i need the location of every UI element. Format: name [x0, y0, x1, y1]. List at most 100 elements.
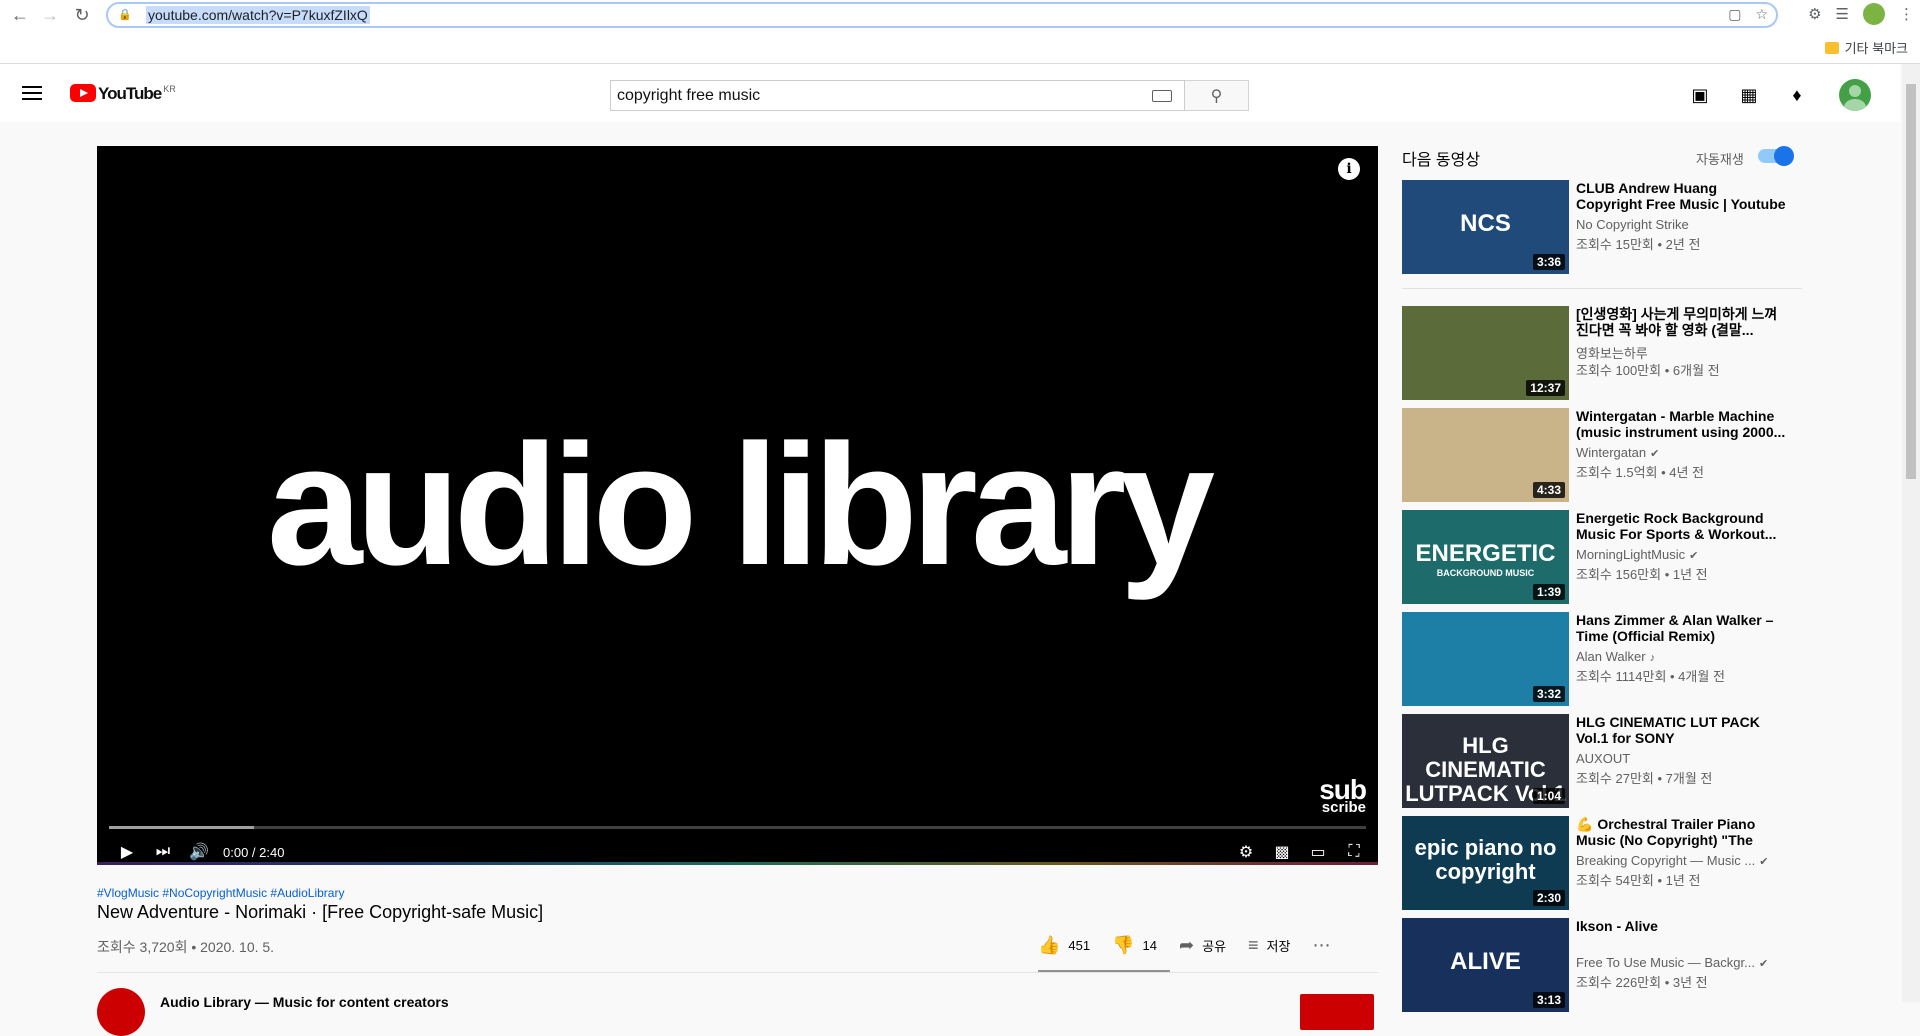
recommended-video[interactable]: 12:37 [인생영화] 사는게 무의미하게 느껴진다면 꼭 봐야 할 영화 (결… [1402, 306, 1802, 400]
other-bookmarks[interactable]: 기타 북마크 [1824, 38, 1908, 57]
sidebar-divider [1402, 288, 1802, 289]
logo-region: KR [163, 84, 176, 94]
reload-icon[interactable]: ↻ [68, 1, 96, 29]
verified-check-icon: ✔ [1689, 550, 1699, 562]
recommended-channel[interactable]: MorningLightMusic ✔ [1576, 547, 1786, 562]
progress-bar[interactable] [109, 826, 1366, 829]
recommended-video[interactable]: epic piano no copyright 2:30 💪 Orchestral … [1402, 816, 1802, 910]
scrollbar-thumb[interactable] [1906, 84, 1916, 479]
recommended-channel[interactable]: Free To Use Music — Backgr... ✔ [1576, 955, 1786, 970]
page-scrollbar[interactable] [1902, 64, 1920, 1002]
profile-avatar[interactable] [1863, 3, 1885, 25]
subscribe-watermark[interactable]: sub scribe [1319, 776, 1367, 816]
video-thumbnail[interactable]: 4:33 [1402, 408, 1569, 502]
logo-text: YouTube [98, 84, 162, 103]
reading-list-icon[interactable]: ☰ [1836, 5, 1849, 23]
recommended-title[interactable]: HLG CINEMATIC LUT PACK Vol.1 for SONY [1576, 714, 1786, 746]
verified-check-icon: ✔ [1758, 958, 1769, 970]
watermark-line2: scribe [1321, 798, 1366, 816]
recommended-video[interactable]: ENERGETIC BACKGROUND MUSIC 1:39 Energetic R… [1402, 510, 1802, 604]
menu-icon[interactable]: ⋮ [1899, 5, 1914, 23]
miniplayer-icon[interactable]: ▩ [1264, 834, 1300, 865]
play-icon[interactable]: ▶ [109, 834, 145, 865]
video-actions: 👍 451 👎 14 ➦ 공유 ≡ 저장 ⋯ [1038, 930, 1352, 960]
buffer-bar [109, 826, 254, 829]
autoplay-label: 자동재생 [1696, 152, 1744, 167]
channel-label: MorningLightMusic [1576, 547, 1686, 562]
video-thumbnail[interactable]: epic piano no copyright 2:30 [1402, 816, 1569, 910]
video-thumbnail[interactable]: NCS 3:36 [1402, 180, 1569, 274]
dislike-count: 14 [1142, 937, 1158, 953]
time-display: 0:00 / 2:40 [223, 844, 285, 860]
bookmark-star-icon[interactable]: ☆ [1755, 6, 1768, 23]
recommended-video[interactable]: 4:33 Wintergatan - Marble Machine (music … [1402, 408, 1802, 502]
notifications-bell-icon[interactable]: ♦ [1786, 84, 1808, 106]
settings-gear-icon[interactable]: ⚙ [1228, 834, 1264, 865]
channel-avatar[interactable] [97, 988, 145, 1036]
recommended-title[interactable]: Energetic Rock Background Music For Spor… [1576, 510, 1786, 542]
keyboard-icon[interactable] [1152, 89, 1172, 102]
user-avatar[interactable] [1839, 79, 1871, 111]
video-player[interactable]: audio library i sub scribe ▶ ⏭ 🔊 0:00 / … [97, 146, 1378, 865]
more-actions-icon[interactable]: ⋯ [1312, 935, 1330, 956]
address-bar[interactable]: 🔒 youtube.com/watch?v=P7kuxfZIlxQ ▢ ☆ [106, 2, 1778, 28]
hamburger-menu-icon[interactable] [22, 86, 42, 104]
video-thumbnail[interactable]: 12:37 [1402, 306, 1569, 400]
recommended-title[interactable]: Hans Zimmer & Alan Walker – Time (Offici… [1576, 612, 1786, 644]
lock-icon: 🔒 [118, 9, 132, 21]
thumbnail-text: NCS [1460, 210, 1511, 237]
bookmark-folder-label: 기타 북마크 [1844, 41, 1908, 56]
recommended-channel[interactable]: AUXOUT [1576, 751, 1786, 766]
recommended-video[interactable]: HLG CINEMATIC LUTPACK Vol.1 1:04 HLG CINEM… [1402, 714, 1802, 808]
install-app-icon[interactable]: ▢ [1728, 6, 1741, 23]
theater-mode-icon[interactable]: ▭ [1300, 834, 1336, 865]
back-icon[interactable]: ← [6, 1, 34, 29]
save-button[interactable]: ≡ 저장 [1248, 935, 1290, 956]
recommended-title[interactable]: Wintergatan - Marble Machine (music inst… [1576, 408, 1786, 440]
dislike-button[interactable]: 👎 14 [1112, 935, 1157, 956]
share-button[interactable]: ➦ 공유 [1179, 935, 1226, 956]
recommended-channel[interactable]: No Copyright Strike [1576, 217, 1786, 232]
youtube-logo[interactable]: YouTube KR [70, 84, 176, 104]
search-input[interactable]: copyright free music [610, 80, 1185, 111]
video-thumbnail[interactable]: 3:32 [1402, 612, 1569, 706]
forward-icon[interactable]: → [36, 1, 64, 29]
recommended-video[interactable]: 3:32 Hans Zimmer & Alan Walker – Time (Of… [1402, 612, 1802, 706]
recommended-title[interactable]: Ikson - Alive [1576, 918, 1786, 934]
video-duration: 3:32 [1532, 686, 1565, 702]
like-button[interactable]: 👍 451 [1038, 935, 1090, 956]
recommended-meta: 조회수 156만회 • 1년 전 [1576, 567, 1708, 582]
search-query[interactable]: copyright free music [617, 87, 1152, 105]
volume-icon[interactable]: 🔊 [181, 834, 217, 865]
thumbnail-text: epic piano no copyright [1414, 835, 1557, 884]
search-icon: ⚲ [1210, 87, 1223, 105]
recommended-channel[interactable]: Wintergatan ✔ [1576, 445, 1786, 460]
extensions-icon[interactable]: ⚙ [1808, 5, 1821, 23]
create-video-icon[interactable]: ▣ [1689, 84, 1711, 106]
autoplay-toggle[interactable] [1758, 146, 1794, 166]
recommended-video[interactable]: NCS 3:36 CLUB Andrew Huang Copyright Free … [1402, 180, 1802, 274]
video-hashtags[interactable]: #VlogMusic #NoCopyrightMusic #AudioLibra… [97, 886, 344, 900]
channel-label: Alan Walker [1576, 649, 1646, 664]
video-thumbnail[interactable]: ENERGETIC BACKGROUND MUSIC 1:39 [1402, 510, 1569, 604]
next-icon[interactable]: ⏭ [145, 834, 181, 865]
video-thumbnail[interactable]: HLG CINEMATIC LUTPACK Vol.1 1:04 [1402, 714, 1569, 808]
recommended-meta: 조회수 226만회 • 3년 전 [1576, 975, 1708, 990]
subscribe-button[interactable] [1300, 994, 1374, 1030]
apps-grid-icon[interactable]: ▦ [1738, 84, 1760, 106]
fullscreen-icon[interactable]: ⛶ [1336, 834, 1372, 865]
recommended-video[interactable]: ALIVE 3:13 Ikson - Alive Free To Use Music … [1402, 918, 1802, 1012]
recommended-channel[interactable]: Alan Walker ♪ [1576, 649, 1786, 664]
video-thumbnail[interactable]: ALIVE 3:13 [1402, 918, 1569, 1012]
recommended-meta: 조회수 1.5억회 • 4년 전 [1576, 465, 1705, 480]
recommended-channel[interactable]: Breaking Copyright — Music ... ✔ [1576, 853, 1786, 868]
yt-header: YouTube KR copyright free music ⚲ ▣ ▦ ♦ [0, 64, 1900, 122]
recommended-meta: 조회수 15만회 • 2년 전 [1576, 237, 1701, 252]
info-icon[interactable]: i [1338, 158, 1360, 180]
recommended-title[interactable]: 💪 Orchestral Trailer Piano Music (No Cop… [1576, 816, 1786, 848]
recommended-title[interactable]: [인생영화] 사는게 무의미하게 느껴진다면 꼭 봐야 할 영화 (결말... [1576, 306, 1786, 338]
recommended-title[interactable]: CLUB Andrew Huang Copyright Free Music |… [1576, 180, 1786, 212]
search-button[interactable]: ⚲ [1185, 80, 1249, 111]
url-text[interactable]: youtube.com/watch?v=P7kuxfZIlxQ [146, 6, 370, 24]
video-duration: 1:39 [1532, 584, 1565, 600]
